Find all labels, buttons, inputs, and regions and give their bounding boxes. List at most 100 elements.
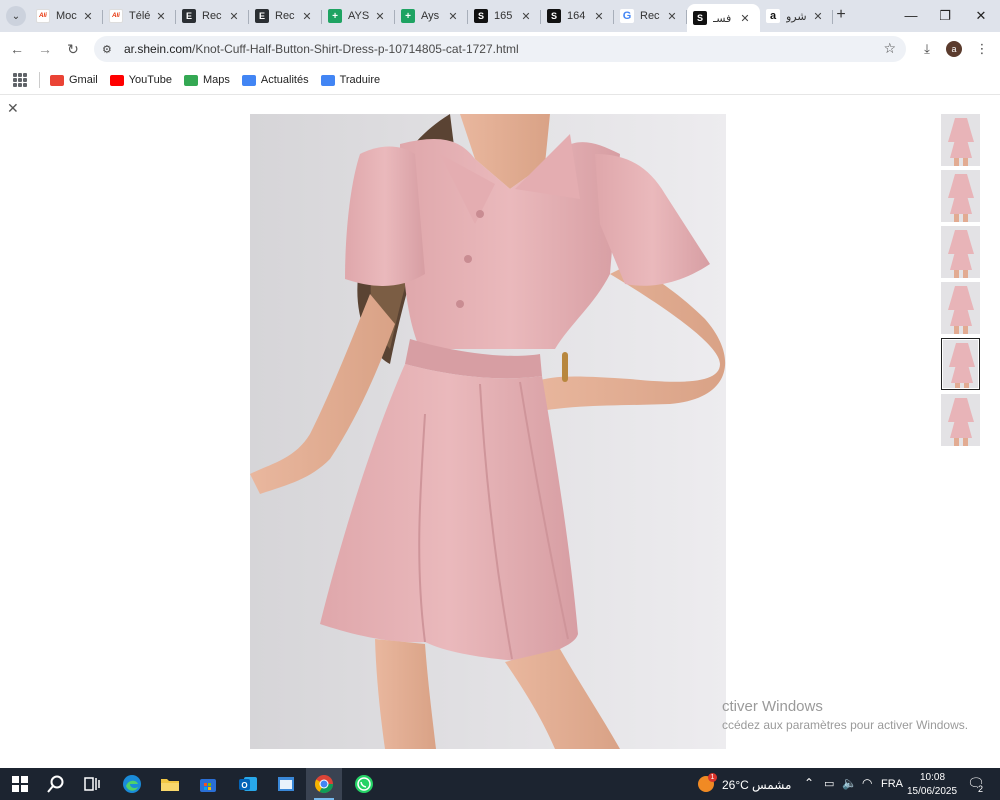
- close-window-button[interactable]: ✕: [958, 0, 1000, 32]
- main-product-image: [250, 114, 726, 749]
- news-icon: [241, 74, 256, 86]
- tab-close-icon[interactable]: ✕: [519, 10, 533, 23]
- language-indicator[interactable]: FRA: [881, 778, 903, 790]
- bookmark-gmail[interactable]: Gmail: [50, 74, 98, 86]
- window-app-icon: [278, 777, 294, 791]
- tab-close-icon[interactable]: ✕: [446, 10, 460, 23]
- device-icon[interactable]: ▭: [824, 777, 834, 790]
- bookmark-translate[interactable]: Traduire: [320, 74, 381, 86]
- outlook-app[interactable]: O: [230, 768, 266, 800]
- site-info-icon[interactable]: ⚙: [102, 43, 118, 56]
- browser-tab[interactable]: a شرو ✕: [760, 4, 833, 28]
- bookmarks-bar: Gmail YouTube Maps Actualités Traduire: [0, 66, 1000, 95]
- tab-close-icon[interactable]: ✕: [665, 10, 679, 23]
- windows-logo-icon: [12, 776, 28, 792]
- chevron-up-icon[interactable]: ⌃: [804, 776, 814, 790]
- thumbnail-5[interactable]: [941, 338, 980, 390]
- bookmarks-divider: [39, 72, 40, 88]
- thumbnail-1[interactable]: [941, 114, 980, 166]
- chrome-app[interactable]: [306, 768, 342, 800]
- search-button[interactable]: [38, 768, 74, 800]
- e-logo-favicon: E: [182, 9, 196, 23]
- tab-strip: ⌄ Ali Moc ✕ Ali Télé ✕ E Rec ✕ E Rec ✕ + AYS ✕ + Ays ✕ S 16…: [0, 0, 1000, 32]
- outlook-icon: O: [239, 777, 257, 791]
- browser-tab[interactable]: S فسـ ✕: [687, 4, 760, 32]
- thumbnail-strip: [941, 114, 981, 450]
- bookmark-label: Maps: [202, 74, 230, 86]
- store-icon: [200, 779, 216, 792]
- browser-tab[interactable]: G Rec ✕: [614, 4, 687, 28]
- task-view-button[interactable]: [74, 768, 110, 800]
- tab-close-icon[interactable]: ✕: [227, 10, 241, 23]
- tab-close-icon[interactable]: ✕: [738, 12, 752, 25]
- bookmark-label: Traduire: [339, 74, 381, 86]
- wifi-icon[interactable]: ◠: [862, 776, 872, 790]
- notification-count: 2: [978, 784, 984, 794]
- apps-grid-icon[interactable]: [13, 73, 27, 87]
- thumbnail-6[interactable]: [941, 394, 980, 446]
- url-host: ar.shein.com: [124, 42, 193, 56]
- image-viewer: ✕ ctiver Windows ccédez aux paramètres p…: [0, 95, 1000, 768]
- tab-title: Ays: [421, 10, 440, 22]
- weather-temperature[interactable]: 26°C: [722, 778, 749, 792]
- tab-title: Rec: [275, 10, 295, 22]
- tab-close-icon[interactable]: ✕: [373, 10, 387, 23]
- browser-tab[interactable]: + Ays ✕: [395, 4, 468, 28]
- clock-date[interactable]: 15/06/2025: [907, 786, 957, 797]
- svg-text:O: O: [241, 781, 247, 790]
- browser-tab[interactable]: E Rec ✕: [249, 4, 322, 28]
- forward-button[interactable]: →: [36, 40, 54, 58]
- thumbnail-2[interactable]: [941, 170, 980, 222]
- file-explorer-app[interactable]: [152, 768, 188, 800]
- bookmark-maps[interactable]: Maps: [183, 74, 230, 86]
- back-button[interactable]: ←: [8, 40, 26, 58]
- dress-photo-illustration: [250, 114, 726, 749]
- bookmark-label: YouTube: [128, 74, 172, 86]
- menu-kebab-icon[interactable]: ⋮: [973, 40, 991, 58]
- tab-search-button[interactable]: ⌄: [6, 6, 26, 26]
- thumbnail-4[interactable]: [941, 282, 980, 334]
- whatsapp-app[interactable]: [346, 768, 382, 800]
- browser-tab[interactable]: + AYS ✕: [322, 4, 395, 28]
- browser-toolbar: ← → ↻ ⚙ ar.shein.com/Knot-Cuff-Half-Butt…: [0, 32, 1000, 66]
- volume-icon[interactable]: 🔈: [842, 776, 857, 790]
- thumbnail-3[interactable]: [941, 226, 980, 278]
- clock-time[interactable]: 10:08: [920, 772, 945, 783]
- browser-tab[interactable]: S 165 ✕: [468, 4, 541, 28]
- tab-close-icon[interactable]: ✕: [300, 10, 314, 23]
- store-app[interactable]: [190, 768, 226, 800]
- bookmark-list: Gmail YouTube Maps Actualités Traduire: [50, 74, 392, 86]
- url-text[interactable]: ar.shein.com/Knot-Cuff-Half-Button-Shirt…: [124, 42, 519, 56]
- browser-tab[interactable]: Ali Télé ✕: [103, 4, 176, 28]
- chevron-down-icon: ⌄: [11, 10, 21, 22]
- bookmark-news[interactable]: Actualités: [241, 74, 309, 86]
- tab-close-icon[interactable]: ✕: [811, 10, 825, 23]
- start-button[interactable]: [2, 768, 38, 800]
- new-tab-button[interactable]: +: [832, 6, 850, 24]
- browser-tab[interactable]: E Rec ✕: [176, 4, 249, 28]
- youtube-icon: [109, 74, 124, 86]
- whatsapp-icon: [355, 775, 373, 793]
- browser-tab[interactable]: Ali Moc ✕: [30, 4, 103, 28]
- tab-close-icon[interactable]: ✕: [81, 10, 95, 23]
- tab-close-icon[interactable]: ✕: [592, 10, 606, 23]
- address-bar[interactable]: ⚙ ar.shein.com/Knot-Cuff-Half-Button-Shi…: [94, 36, 906, 62]
- reload-button[interactable]: ↻: [64, 40, 82, 58]
- e-logo-favicon: E: [255, 9, 269, 23]
- edge-app[interactable]: [114, 768, 150, 800]
- download-icon[interactable]: ⤓: [918, 40, 936, 58]
- chrome-icon: [315, 775, 333, 794]
- close-viewer-icon[interactable]: ✕: [7, 100, 19, 117]
- bookmark-youtube[interactable]: YouTube: [109, 74, 172, 86]
- tab-close-icon[interactable]: ✕: [154, 10, 168, 23]
- profile-avatar[interactable]: a: [946, 41, 962, 57]
- thumbnail-dress-image: [941, 282, 980, 334]
- folder-icon: [161, 779, 179, 791]
- weather-condition[interactable]: مشمس: [752, 778, 791, 792]
- notepad-app[interactable]: [268, 768, 304, 800]
- bookmark-star-icon[interactable]: ☆: [883, 40, 896, 57]
- gmail-icon: [50, 74, 64, 86]
- task-view-icon: [84, 777, 100, 791]
- google-favicon: G: [620, 9, 634, 23]
- browser-tab[interactable]: S 164 ✕: [541, 4, 614, 28]
